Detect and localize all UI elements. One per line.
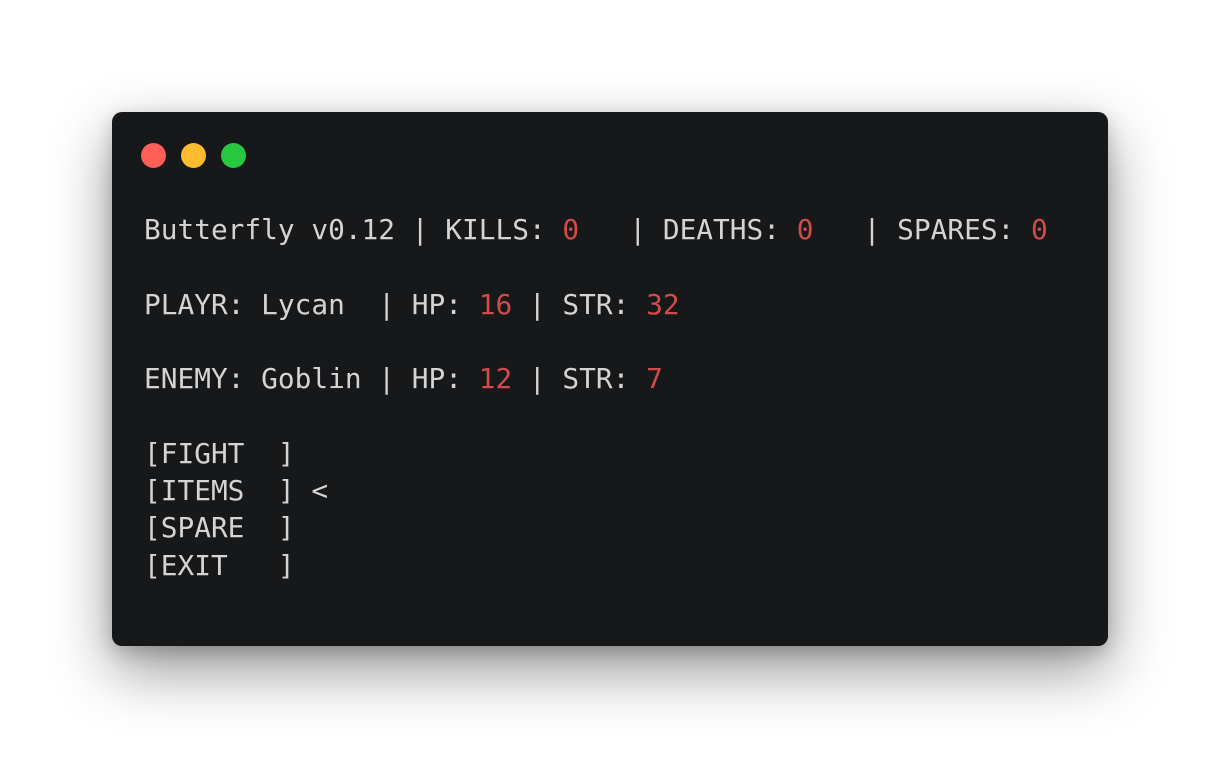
menu-item-spare[interactable]: [SPARE ] — [144, 514, 295, 542]
terminal-window: Butterfly v0.12 | KILLS: 0 | DEATHS: 0 |… — [112, 112, 1108, 646]
player-line: PLAYR: Lycan | HP: 16 | STR: 32 — [144, 291, 680, 319]
player-str-label: | STR: — [512, 288, 647, 321]
player-str: 32 — [646, 288, 680, 321]
deaths-count: 0 — [796, 213, 814, 246]
spares-label: | SPARES: — [813, 213, 1032, 246]
enemy-hp: 12 — [478, 362, 513, 395]
menu-item-fight[interactable]: [FIGHT ] — [144, 440, 295, 468]
status-line: Butterfly v0.12 | KILLS: 0 | DEATHS: 0 |… — [144, 216, 1048, 244]
app-title: Butterfly v0.12 — [144, 213, 396, 246]
kills-count: 0 — [562, 213, 580, 246]
player-hp: 16 — [478, 288, 513, 321]
enemy-label: ENEMY: Goblin | HP: — [144, 362, 479, 395]
spares-count: 0 — [1031, 213, 1048, 246]
menu-item-exit[interactable]: [EXIT ] — [144, 552, 295, 580]
enemy-str-label: | STR: — [512, 362, 647, 395]
zoom-window-button[interactable] — [221, 143, 246, 168]
separator: | — [395, 213, 446, 246]
terminal-output: Butterfly v0.12 | KILLS: 0 | DEATHS: 0 |… — [144, 112, 1048, 580]
kills-label: KILLS: — [445, 213, 563, 246]
enemy-str: 7 — [646, 362, 663, 395]
menu-item-items[interactable]: [ITEMS ] < — [144, 477, 328, 505]
deaths-label: | DEATHS: — [579, 213, 797, 246]
player-label: PLAYR: Lycan | HP: — [144, 288, 479, 321]
enemy-line: ENEMY: Goblin | HP: 12 | STR: 7 — [144, 365, 663, 393]
